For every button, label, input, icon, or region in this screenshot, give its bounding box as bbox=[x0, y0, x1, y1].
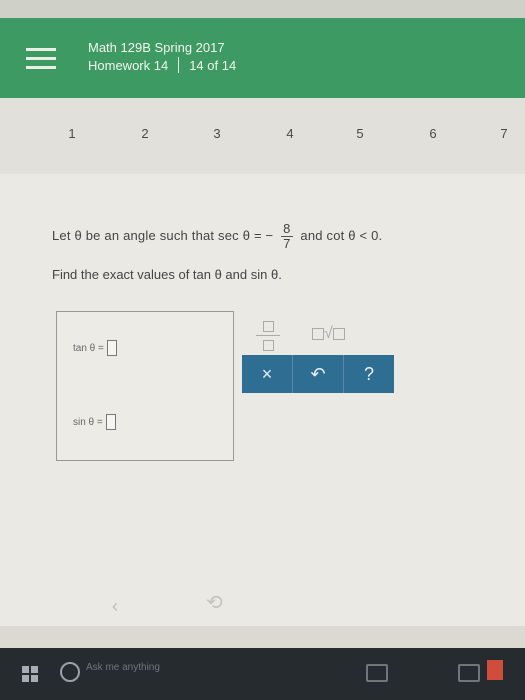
sqrt-tool-icon[interactable]: √ bbox=[312, 325, 356, 345]
taskbar: Ask me anything bbox=[0, 648, 525, 700]
cortana-icon[interactable] bbox=[60, 662, 80, 682]
question-6-button[interactable]: 6 bbox=[419, 126, 447, 141]
question-3-button[interactable]: 3 bbox=[203, 126, 231, 141]
course-title: Math 129B Spring 2017 bbox=[88, 40, 225, 55]
sin-answer-input[interactable] bbox=[105, 414, 116, 430]
question-4-button[interactable]: 4 bbox=[276, 126, 304, 141]
answer-toolbar: × ↶ ? bbox=[242, 355, 394, 393]
problem-intro: Let θ be an angle such that sec θ = − bbox=[52, 227, 274, 243]
fraction-numerator: 8 bbox=[281, 221, 293, 237]
help-button[interactable]: ? bbox=[343, 355, 394, 393]
undo-button[interactable]: ↶ bbox=[292, 355, 343, 393]
homework-progress: 14 of 14 bbox=[189, 57, 237, 73]
homework-name: Homework 14 bbox=[88, 57, 169, 73]
question-content: Let θ be an angle such that sec θ = − 8 … bbox=[0, 174, 525, 626]
chevron-left-icon[interactable]: ‹ bbox=[112, 596, 118, 617]
page-bottom bbox=[0, 626, 525, 648]
tan-answer-row: tan θ = bbox=[73, 340, 117, 356]
question-1-button[interactable]: 1 bbox=[58, 126, 86, 141]
question-7-button[interactable]: 7 bbox=[490, 126, 518, 141]
answer-box: tan θ = sin θ = bbox=[56, 311, 234, 461]
tan-label: tan θ = bbox=[73, 342, 104, 354]
store-icon[interactable] bbox=[487, 660, 503, 680]
file-explorer-icon[interactable] bbox=[458, 664, 480, 682]
taskbar-search-input[interactable]: Ask me anything bbox=[86, 662, 160, 673]
sin-label: sin θ = bbox=[73, 416, 103, 428]
decorative-glyph-icon: ⟲ bbox=[206, 592, 223, 614]
problem-tail: and cot θ < 0. bbox=[300, 227, 383, 243]
task-view-icon[interactable] bbox=[366, 664, 388, 682]
question-2-button[interactable]: 2 bbox=[131, 126, 159, 141]
fraction-denominator: 7 bbox=[283, 236, 291, 251]
separator bbox=[178, 57, 180, 73]
fraction-tool-icon[interactable] bbox=[256, 319, 280, 353]
problem-statement: Let θ be an angle such that sec θ = − 8 … bbox=[52, 222, 382, 251]
homework-line: Homework 14 14 of 14 bbox=[88, 57, 236, 73]
question-5-button[interactable]: 5 bbox=[346, 126, 374, 141]
top-strip bbox=[0, 0, 525, 18]
question-nav: 1 2 3 4 5 6 7 bbox=[0, 98, 525, 174]
course-header: Math 129B Spring 2017 Homework 14 14 of … bbox=[0, 18, 525, 98]
menu-icon[interactable] bbox=[26, 48, 56, 72]
windows-start-icon[interactable] bbox=[22, 666, 38, 682]
tan-answer-input[interactable] bbox=[106, 340, 117, 356]
sec-fraction: 8 7 bbox=[281, 221, 293, 251]
problem-find: Find the exact values of tan θ and sin θ… bbox=[52, 267, 282, 282]
sin-answer-row: sin θ = bbox=[73, 414, 116, 430]
clear-button[interactable]: × bbox=[242, 355, 292, 393]
